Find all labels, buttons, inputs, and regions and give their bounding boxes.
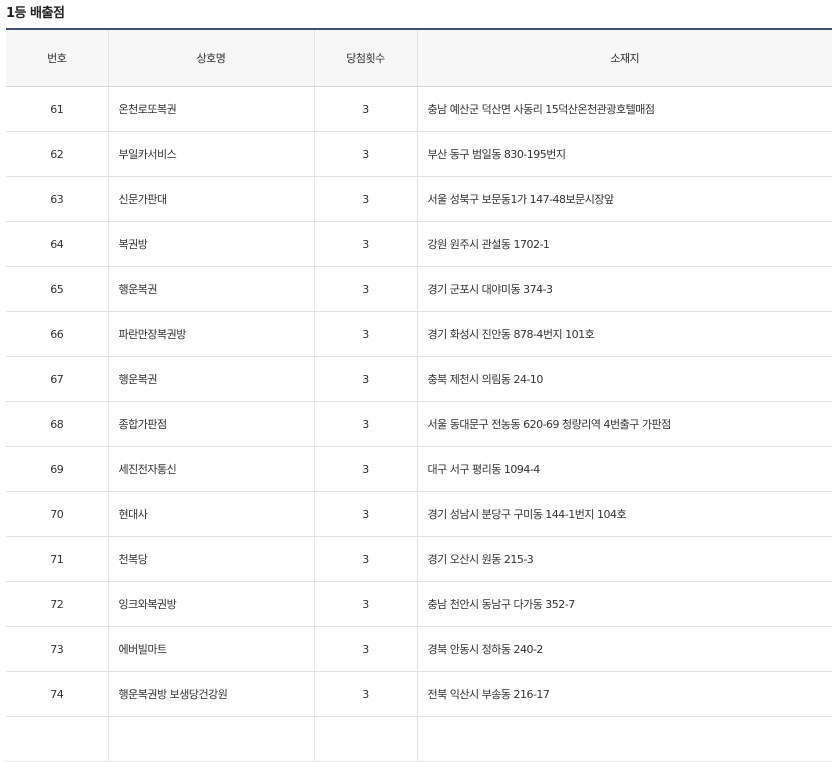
table-row: 74 행운복권방 보생당건강원 3 전북 익산시 부송동 216-17 [6,671,832,717]
row-number: 64 [6,221,108,267]
store-address: 경기 화성시 진안동 878-4번지 101호 [416,311,832,357]
row-number: 65 [6,266,108,312]
stores-table: 번호 상호명 당첨횟수 소재지 61 온천로또복권 3 충남 예산군 덕산면 사동리 … [6,30,832,762]
win-count: 3 [313,491,417,537]
store-name: 복권방 [107,221,314,267]
store-address: 강원 원주시 관설동 1702-1 [416,221,832,267]
store-name: 행운복권 [107,266,314,312]
win-count: 3 [313,221,417,267]
table-row: 71 천복당 3 경기 오산시 원동 215-3 [6,536,832,582]
header-num: 번호 [6,30,108,87]
win-count: 3 [313,446,417,492]
table-header: 번호 상호명 당첨횟수 소재지 [6,30,832,87]
header-row: 번호 상호명 당첨횟수 소재지 [6,30,832,87]
table-row: 63 신문가판대 3 서울 성북구 보문동1가 147-48보문시장앞 [6,176,832,222]
win-count [313,716,417,762]
row-number: 63 [6,176,108,222]
store-name: 에버빌마트 [107,626,314,672]
store-address: 전북 익산시 부송동 216-17 [416,671,832,717]
store-name: 행운복권방 보생당건강원 [107,671,314,717]
table-row: 67 행운복권 3 충북 제천시 의림동 24-10 [6,356,832,402]
table-body: 61 온천로또복권 3 충남 예산군 덕산면 사동리 15덕산온천관광호텔매점 62 부일… [6,86,832,762]
store-address: 충북 제천시 의림동 24-10 [416,356,832,402]
store-name: 행운복권 [107,356,314,402]
store-name: 종합가판점 [107,401,314,447]
table-row: 64 복권방 3 강원 원주시 관설동 1702-1 [6,221,832,267]
store-name [107,716,314,762]
table-row: 65 행운복권 3 경기 군포시 대야미동 374-3 [6,266,832,312]
store-name: 신문가판대 [107,176,314,222]
row-number: 70 [6,491,108,537]
store-address: 경기 성남시 분당구 구미동 144-1번지 104호 [416,491,832,537]
win-count: 3 [313,176,417,222]
win-count: 3 [313,671,417,717]
store-address: 부산 동구 범일동 830-195번지 [416,131,832,177]
store-address: 서울 성북구 보문동1가 147-48보문시장앞 [416,176,832,222]
store-name: 잉크와복권방 [107,581,314,627]
row-number: 67 [6,356,108,402]
table-row: 66 파란만장복권방 3 경기 화성시 진안동 878-4번지 101호 [6,311,832,357]
table-row: 62 부일카서비스 3 부산 동구 범일동 830-195번지 [6,131,832,177]
win-count: 3 [313,131,417,177]
row-number: 68 [6,401,108,447]
table-row: 68 종합가판점 3 서울 동대문구 전농동 620-69 청량리역 4번출구 가판점 [6,401,832,447]
store-address: 경북 안동시 정하동 240-2 [416,626,832,672]
row-number: 73 [6,626,108,672]
table-row: 72 잉크와복권방 3 충남 천안시 동남구 다가동 352-7 [6,581,832,627]
store-name: 천복당 [107,536,314,582]
store-name: 부일카서비스 [107,131,314,177]
table-row: 70 현대사 3 경기 성남시 분당구 구미동 144-1번지 104호 [6,491,832,537]
store-name: 온천로또복권 [107,86,314,132]
header-name: 상호명 [107,30,314,87]
header-addr: 소재지 [416,30,832,87]
win-count: 3 [313,266,417,312]
row-number: 72 [6,581,108,627]
store-name: 현대사 [107,491,314,537]
header-count: 당첨횟수 [313,30,417,87]
row-number: 74 [6,671,108,717]
store-name: 세진전자통신 [107,446,314,492]
store-address: 충남 천안시 동남구 다가동 352-7 [416,581,832,627]
row-number: 69 [6,446,108,492]
row-number [6,716,108,762]
table-row: 61 온천로또복권 3 충남 예산군 덕산면 사동리 15덕산온천관광호텔매점 [6,86,832,132]
store-address: 대구 서구 평리동 1094-4 [416,446,832,492]
row-number: 66 [6,311,108,357]
row-number: 71 [6,536,108,582]
table-row: 73 에버빌마트 3 경북 안동시 정하동 240-2 [6,626,832,672]
store-address: 충남 예산군 덕산면 사동리 15덕산온천관광호텔매점 [416,86,832,132]
win-count: 3 [313,536,417,582]
store-name: 파란만장복권방 [107,311,314,357]
win-count: 3 [313,86,417,132]
store-address [416,716,832,762]
table-row: 69 세진전자통신 3 대구 서구 평리동 1094-4 [6,446,832,492]
section-title: 1등 배출점 [6,6,65,21]
table-row [6,716,832,762]
store-address: 경기 군포시 대야미동 374-3 [416,266,832,312]
win-count: 3 [313,356,417,402]
win-count: 3 [313,401,417,447]
win-count: 3 [313,311,417,357]
row-number: 61 [6,86,108,132]
win-count: 3 [313,581,417,627]
store-address: 경기 오산시 원동 215-3 [416,536,832,582]
row-number: 62 [6,131,108,177]
store-address: 서울 동대문구 전농동 620-69 청량리역 4번출구 가판점 [416,401,832,447]
win-count: 3 [313,626,417,672]
winning-stores-table: 번호 상호명 당첨횟수 소재지 61 온천로또복권 3 충남 예산군 덕산면 사동리 … [6,28,832,762]
